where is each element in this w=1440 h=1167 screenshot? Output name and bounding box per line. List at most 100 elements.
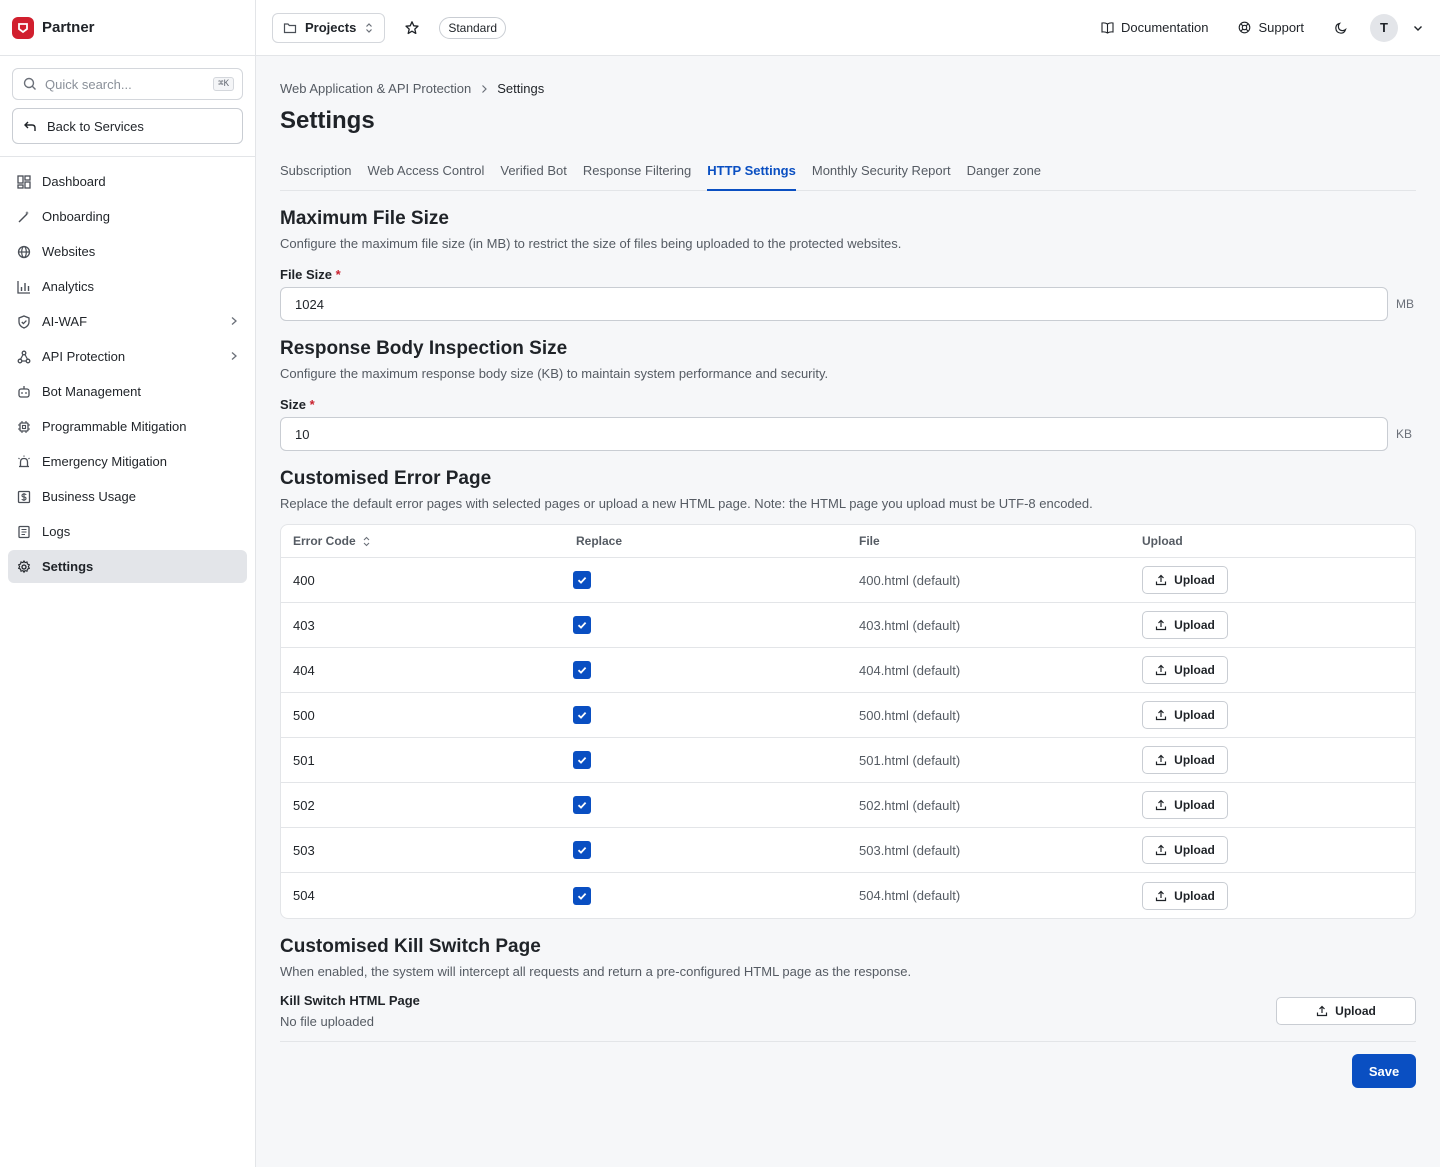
- check-icon: [577, 892, 587, 900]
- file-cell: 503.html (default): [847, 843, 1130, 858]
- error-code-cell: 403: [281, 618, 564, 633]
- response-body-size-description: Configure the maximum response body size…: [280, 366, 829, 381]
- upload-button[interactable]: Upload: [1142, 791, 1228, 819]
- upload-icon: [1156, 754, 1167, 766]
- wand-icon: [16, 209, 32, 225]
- error-code-cell: 404: [281, 663, 564, 678]
- upload-cell: Upload: [1130, 701, 1415, 729]
- sidebar-item-label: Onboarding: [42, 209, 110, 224]
- column-header-replace: Replace: [576, 534, 623, 548]
- support-link[interactable]: Support: [1230, 20, 1312, 35]
- max-file-size-description: Configure the maximum file size (in MB) …: [280, 236, 902, 251]
- upload-cell: Upload: [1130, 836, 1415, 864]
- projects-selector[interactable]: Projects: [272, 12, 386, 43]
- column-header-error-code[interactable]: Error Code: [281, 534, 564, 548]
- replace-checkbox[interactable]: [573, 751, 591, 769]
- sidebar-item-logs[interactable]: Logs: [8, 515, 247, 548]
- dollar-icon: [16, 489, 32, 505]
- replace-checkbox[interactable]: [573, 841, 591, 859]
- sidebar-item-onboarding[interactable]: Onboarding: [8, 200, 247, 233]
- sidebar-item-emergency-mitigation[interactable]: Emergency Mitigation: [8, 445, 247, 478]
- tab-monthly-security-report[interactable]: Monthly Security Report: [812, 157, 951, 191]
- table-row: 500 500.html (default) Upload: [281, 693, 1415, 738]
- upload-button[interactable]: Upload: [1142, 746, 1228, 774]
- sidebar-item-ai-waf[interactable]: AI-WAF: [8, 305, 247, 338]
- tab-danger-zone[interactable]: Danger zone: [967, 157, 1041, 191]
- sidebar-item-bot-management[interactable]: Bot Management: [8, 375, 247, 408]
- quick-search-input[interactable]: Quick search... ⌘K: [12, 68, 243, 100]
- shield-icon: [16, 314, 32, 330]
- tab-http-settings[interactable]: HTTP Settings: [707, 157, 796, 191]
- replace-checkbox[interactable]: [573, 616, 591, 634]
- star-icon[interactable]: [399, 15, 425, 41]
- kill-switch-row: Kill Switch HTML Page No file uploaded U…: [280, 993, 1416, 1042]
- upload-icon: [1156, 844, 1167, 856]
- chevron-right-icon: [229, 350, 239, 364]
- upload-button[interactable]: Upload: [1142, 656, 1228, 684]
- max-file-size-title: Maximum File Size: [280, 208, 449, 229]
- replace-checkbox[interactable]: [573, 571, 591, 589]
- upload-button[interactable]: Upload: [1142, 566, 1228, 594]
- upload-button[interactable]: Upload: [1142, 701, 1228, 729]
- upload-label: Upload: [1174, 753, 1215, 767]
- error-code: 501: [293, 752, 315, 768]
- upload-button[interactable]: Upload: [1142, 881, 1228, 910]
- tab-subscription[interactable]: Subscription: [280, 157, 352, 191]
- back-to-services-button[interactable]: Back to Services: [12, 108, 243, 144]
- tab-verified-bot[interactable]: Verified Bot: [500, 157, 567, 191]
- file-name: 504.html (default): [859, 888, 961, 903]
- file-size-input[interactable]: 1024: [280, 287, 1388, 321]
- sidebar-item-label: Settings: [42, 559, 94, 574]
- sidebar-item-label: Analytics: [42, 279, 95, 294]
- replace-checkbox[interactable]: [573, 886, 591, 905]
- upload-button[interactable]: Upload: [1142, 611, 1228, 639]
- support-label: Support: [1258, 20, 1304, 35]
- partner-logo-icon[interactable]: [12, 16, 34, 39]
- replace-checkbox[interactable]: [573, 706, 591, 724]
- theme-toggle-button[interactable]: [1326, 21, 1356, 35]
- sidebar-item-settings[interactable]: Settings: [8, 550, 247, 583]
- error-code-cell: 502: [281, 798, 564, 813]
- sidebar-item-business-usage[interactable]: Business Usage: [8, 480, 247, 513]
- save-button[interactable]: Save: [1352, 1054, 1416, 1088]
- error-code-cell: 503: [281, 843, 564, 858]
- replace-checkbox[interactable]: [573, 796, 591, 814]
- kill-switch-status: No file uploaded: [280, 1014, 374, 1029]
- sidebar-item-api-protection[interactable]: API Protection: [8, 340, 247, 373]
- upload-button[interactable]: Upload: [1142, 836, 1228, 864]
- table-row: 501 501.html (default) Upload: [281, 738, 1415, 783]
- chevron-down-icon[interactable]: [1412, 22, 1424, 34]
- file-name: 503.html (default): [859, 842, 961, 858]
- breadcrumb-current: Settings: [497, 81, 545, 96]
- sidebar-item-analytics[interactable]: Analytics: [8, 270, 247, 303]
- table-row: 503 503.html (default) Upload: [281, 828, 1415, 873]
- file-size-label-text: File Size: [280, 267, 333, 282]
- documentation-link[interactable]: Documentation: [1093, 20, 1216, 35]
- sidebar-item-label: AI-WAF: [42, 314, 88, 329]
- response-size-unit: KB: [1396, 427, 1413, 441]
- error-code-cell: 400: [281, 573, 564, 588]
- breadcrumb-parent[interactable]: Web Application & API Protection: [280, 81, 471, 96]
- tab-web-access-control[interactable]: Web Access Control: [368, 157, 485, 191]
- check-icon: [577, 621, 587, 629]
- upload-icon: [1156, 574, 1167, 586]
- replace-cell: [564, 841, 847, 859]
- kill-switch-upload-button[interactable]: Upload: [1276, 997, 1416, 1025]
- sidebar-item-dashboard[interactable]: Dashboard: [8, 165, 247, 198]
- back-arrow-icon: [24, 121, 36, 131]
- upload-cell: Upload: [1130, 611, 1415, 639]
- sidebar-item-programmable-mitigation[interactable]: Programmable Mitigation: [8, 410, 247, 443]
- logs-icon: [16, 524, 32, 540]
- response-size-input[interactable]: 10: [280, 417, 1388, 451]
- tab-response-filtering[interactable]: Response Filtering: [583, 157, 691, 191]
- file-name: 403.html (default): [859, 617, 961, 633]
- error-code: 504: [293, 888, 315, 903]
- user-avatar[interactable]: T: [1370, 13, 1398, 42]
- sidebar-item-label: Websites: [42, 244, 96, 259]
- file-size-label: File Size *: [280, 267, 1416, 282]
- column-header-file: File: [859, 534, 880, 548]
- error-code: 503: [293, 842, 315, 858]
- file-name: 500.html (default): [859, 707, 961, 723]
- replace-checkbox[interactable]: [573, 661, 591, 679]
- sidebar-item-websites[interactable]: Websites: [8, 235, 247, 268]
